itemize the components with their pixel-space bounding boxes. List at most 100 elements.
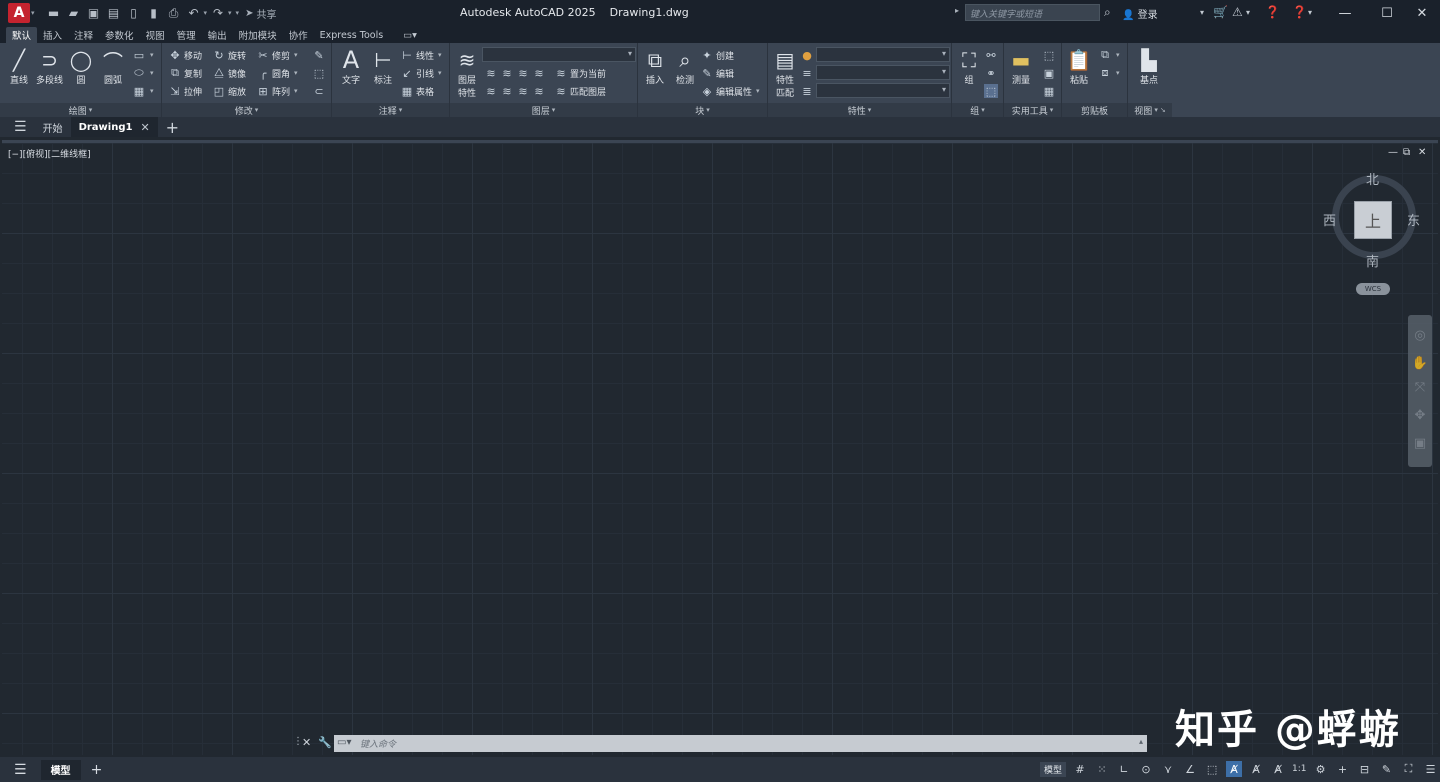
group-edit-button[interactable]: ⚭ <box>984 65 998 81</box>
isodraft-icon[interactable]: ⋎ <box>1160 761 1176 777</box>
undo-icon[interactable]: ↶ <box>185 5 203 21</box>
tab-close-icon[interactable]: ✕ <box>140 121 149 134</box>
calculator-button[interactable]: ▦ <box>1042 83 1056 99</box>
panel-annotation-label[interactable]: 注释 ▾ <box>332 103 449 117</box>
text-button[interactable]: A 文字 <box>338 46 364 86</box>
tab-manage[interactable]: 管理 <box>171 27 202 43</box>
tab-start[interactable]: 开始 <box>35 117 71 137</box>
units-icon[interactable]: ⊟ <box>1357 761 1373 777</box>
compass-east[interactable]: 东 <box>1407 210 1420 229</box>
open-icon[interactable]: ▰ <box>65 5 83 21</box>
command-line-customize-icon[interactable]: 🔧 <box>318 736 332 749</box>
paste-button[interactable]: 📋 粘贴 <box>1066 47 1092 86</box>
hatch-button[interactable]: ▦ ▾ <box>132 83 154 99</box>
panel-properties-label[interactable]: 特性 ▾ <box>768 103 951 117</box>
match-layer-button[interactable]: ≋ 匹配图层 <box>554 83 606 99</box>
help-dropdown-icon[interactable]: ▾ <box>1308 8 1312 17</box>
compass-west[interactable]: 西 <box>1323 210 1336 229</box>
command-line-close-icon[interactable]: ✕ <box>302 736 311 749</box>
ellipse-button[interactable]: ⬭ ▾ <box>132 65 153 81</box>
publish-icon[interactable]: ▯ <box>125 5 143 21</box>
zoom-extents-icon[interactable]: ⤧ <box>1412 379 1428 395</box>
tab-collaborate[interactable]: 协作 <box>283 27 314 43</box>
viewport-controls[interactable]: [−][俯视][二维线框] <box>8 147 91 160</box>
maximize-button[interactable]: ☐ <box>1367 2 1407 24</box>
trim-button[interactable]: ✂ 修剪 ▾ <box>256 47 297 63</box>
panel-layers-label[interactable]: 图层 ▾ <box>450 103 637 117</box>
new-icon[interactable]: ▬ <box>45 5 63 21</box>
select-all-button[interactable]: ▣ <box>1042 65 1056 81</box>
help-icon[interactable]: ❓ <box>1292 5 1307 19</box>
fillet-button[interactable]: ╭ 圆角 ▾ <box>256 65 298 81</box>
group-button[interactable]: ⛶ 组 <box>956 47 982 86</box>
linetype-dropdown[interactable] <box>816 65 950 80</box>
tab-default[interactable]: 默认 <box>6 27 38 43</box>
lineweight-dropdown[interactable] <box>816 83 950 98</box>
layer-tools-row-2[interactable]: ≋ ≋ ≋ ≋ <box>484 83 546 99</box>
autodesk-app-icon[interactable]: ⚠ <box>1232 5 1243 19</box>
object-snap-tracking-icon[interactable]: ∠ <box>1182 761 1198 777</box>
edit-block-button[interactable]: ✎ 编辑 <box>700 65 734 81</box>
tab-parametric[interactable]: 参数化 <box>99 27 140 43</box>
ortho-icon[interactable]: ∟ <box>1116 761 1132 777</box>
workspace-gear-icon[interactable]: ⚙ <box>1313 761 1329 777</box>
insert-button[interactable]: ⧉ 插入 <box>642 47 668 86</box>
tab-annotate[interactable]: 注释 <box>68 27 99 43</box>
panel-view-label[interactable]: 视图 ▾ ↘ <box>1128 103 1172 117</box>
arc-button[interactable]: ⌒ 圆弧 <box>100 47 126 87</box>
scale-button[interactable]: ◰ 缩放 <box>212 83 246 99</box>
ribbon-options-icon[interactable]: ▭▾ <box>397 27 423 43</box>
application-menu-caret-icon[interactable]: ▾ <box>31 9 35 17</box>
isolate-objects-icon[interactable]: ✎ <box>1379 761 1395 777</box>
tab-drawing1[interactable]: Drawing1 ✕ <box>70 117 158 137</box>
annotation-scale-icon[interactable]: Ⱥ <box>1270 761 1286 777</box>
panel-groups-label[interactable]: 组 ▾ <box>952 103 1003 117</box>
tab-model[interactable]: 模型 <box>40 759 81 780</box>
orbit-icon[interactable]: ✥ <box>1412 407 1428 423</box>
grid-icon[interactable]: # <box>1072 761 1088 777</box>
offset-button[interactable]: ⊂ <box>312 83 326 99</box>
set-current-button[interactable]: ≋ 置为当前 <box>554 65 606 81</box>
redo-dropdown-icon[interactable]: ▾ <box>228 9 232 17</box>
panel-utilities-label[interactable]: 实用工具 ▾ <box>1004 103 1061 117</box>
share-button[interactable]: ➤ 共享 <box>245 6 276 21</box>
compass-south[interactable]: 南 <box>1366 251 1379 270</box>
annotation-monitor-icon[interactable]: + <box>1335 761 1351 777</box>
annotation-scale-value[interactable]: 1:1 <box>1292 764 1306 774</box>
move-button[interactable]: ✥ 移动 <box>168 47 202 63</box>
rectangle-button[interactable]: ▭ ▾ <box>132 47 154 63</box>
edit-attributes-button[interactable]: ◈ 编辑属性 ▾ <box>700 83 760 99</box>
exchange-dropdown-icon[interactable]: ▾ <box>1246 8 1250 17</box>
panel-view-launcher-icon[interactable]: ↘ <box>1160 106 1166 114</box>
customization-icon[interactable]: ☰ <box>1423 761 1439 777</box>
circle-button[interactable]: ◯ 圆 <box>68 47 94 86</box>
plot-icon[interactable]: ▮ <box>145 5 163 21</box>
search-expand-icon[interactable]: ▸ <box>955 6 959 15</box>
tab-view[interactable]: 视图 <box>140 27 171 43</box>
layout-menu-icon[interactable]: ☰ <box>14 762 27 778</box>
layer-tools-row-1[interactable]: ≋ ≋ ≋ ≋ <box>484 65 546 81</box>
minimize-button[interactable]: — <box>1325 2 1365 24</box>
login-dropdown-icon[interactable]: ▾ <box>1200 8 1204 17</box>
login-button[interactable]: 👤 登录 <box>1122 6 1158 21</box>
search-input[interactable]: 键入关键字或短语 <box>965 4 1100 21</box>
save-icon[interactable]: ▣ <box>85 5 103 21</box>
mirror-button[interactable]: ⧋ 镜像 <box>212 65 246 81</box>
line-button[interactable]: ╱ 直线 <box>6 47 32 86</box>
polyline-button[interactable]: ⊃ 多段线 <box>36 47 63 86</box>
tab-insert[interactable]: 插入 <box>37 27 68 43</box>
viewport-minimize-icon[interactable]: — <box>1388 147 1398 158</box>
stay-connected-icon[interactable]: ❓ <box>1265 5 1280 19</box>
measure-button[interactable]: ▬ 测量 <box>1008 47 1034 86</box>
add-layout-button[interactable]: + <box>91 762 103 778</box>
command-history-icon[interactable]: ▭▾ <box>337 737 351 748</box>
match-properties-button[interactable]: ▤ 特性 匹配 <box>772 47 798 99</box>
object-snap-icon[interactable]: ⬚ <box>1204 761 1220 777</box>
viewport-restore-icon[interactable]: ⧉ <box>1403 147 1410 158</box>
tab-addins[interactable]: 附加模块 <box>233 27 283 43</box>
layer-dropdown[interactable] <box>482 47 636 62</box>
clean-screen-icon[interactable]: ⛶ <box>1401 761 1417 777</box>
drawing-canvas[interactable]: [−][俯视][二维线框] — ⧉ ✕ 上 北 南 西 东 WCS ◎ ✋ ⤧ … <box>2 140 1438 755</box>
layer-properties-button[interactable]: ≋ 图层 特性 <box>454 47 480 99</box>
auto-scale-icon[interactable]: Ⱥ <box>1248 761 1264 777</box>
